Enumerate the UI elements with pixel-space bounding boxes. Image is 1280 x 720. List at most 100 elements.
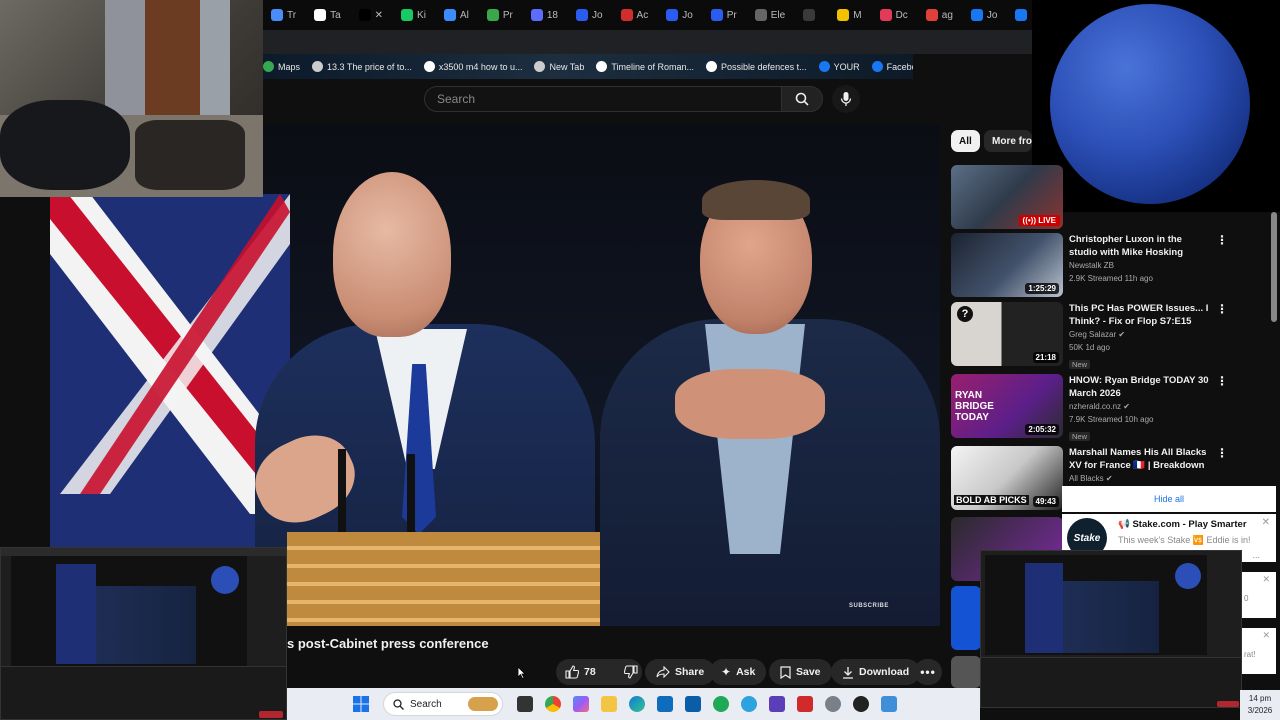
taskbar-search[interactable]: Search <box>383 692 503 716</box>
video-thumbnail[interactable]: BOLD AB PICKS 49:43 <box>951 446 1063 510</box>
browser-tab[interactable]: Al <box>438 4 477 26</box>
browser-tab[interactable]: ✕ <box>353 4 391 26</box>
browser-tab[interactable]: Dc <box>874 4 916 26</box>
channel-name[interactable]: Newstalk ZB <box>1069 259 1209 272</box>
browser-tab[interactable]: Ele <box>749 4 793 26</box>
search-input[interactable]: Search <box>424 86 782 112</box>
voice-search-button[interactable] <box>832 85 860 113</box>
taskbar-clock[interactable]: 14 pm 3/2026 <box>1240 690 1280 720</box>
chrome-icon[interactable] <box>545 696 561 712</box>
browser-tab[interactable] <box>797 4 827 26</box>
video-title[interactable]: This PC Has POWER Issues... I Think? - F… <box>1069 302 1209 328</box>
dislike-button[interactable] <box>615 659 647 685</box>
browser-tab[interactable]: Tr <box>265 4 304 26</box>
partial-thumbnail[interactable] <box>951 586 981 650</box>
video-thumbnail[interactable]: 1:25:29 <box>951 233 1063 297</box>
video-title[interactable]: Christopher Luxon in the studio with Mik… <box>1069 233 1209 259</box>
browser-tab[interactable]: M <box>831 4 869 26</box>
more-options-icon[interactable]: ⋮ <box>1215 374 1229 438</box>
channel-name[interactable]: All Blacks ✔ <box>1069 472 1209 485</box>
edge-icon[interactable] <box>629 696 645 712</box>
bookmark-item[interactable]: 13.3 The price of to... <box>312 61 412 72</box>
save-button[interactable]: Save <box>769 659 832 685</box>
more-options-icon[interactable]: ⋮ <box>1215 233 1229 297</box>
browser-tab[interactable]: Ki <box>395 4 434 26</box>
recommendation-item[interactable]: 1:25:29 Christopher Luxon in the studio … <box>951 233 1271 297</box>
channel-name[interactable]: Greg Salazar ✔ <box>1069 328 1209 341</box>
chip-all[interactable]: All <box>951 130 980 152</box>
ask-button[interactable]: ✦ Ask <box>710 659 767 685</box>
obs-icon[interactable] <box>853 696 869 712</box>
share-button[interactable]: Share <box>645 659 716 685</box>
recommendation-item[interactable]: ? 21:18 This PC Has POWER Issues... I Th… <box>951 302 1271 369</box>
recommendation-item[interactable]: RYAN BRIDGE TODAY 2:05:32 HNOW: Ryan Bri… <box>951 374 1271 441</box>
bookmark-favicon-icon <box>423 61 435 72</box>
video-title[interactable]: Marshall Names His All Blacks XV for Fra… <box>1069 446 1209 472</box>
store-icon[interactable] <box>685 696 701 712</box>
bookmark-item[interactable]: Maps <box>263 61 300 72</box>
subscribe-watermark[interactable]: SUBSCRIBE <box>849 603 889 609</box>
bookmark-item[interactable]: YOUR <box>818 61 860 72</box>
download-button[interactable]: Download <box>831 659 921 685</box>
browser-tab[interactable]: Pr <box>481 4 521 26</box>
windows-taskbar: Search <box>287 688 980 720</box>
file-explorer-icon[interactable] <box>601 696 617 712</box>
bookmark-item[interactable]: New Tab <box>534 61 584 72</box>
close-icon[interactable]: ✕ <box>1262 630 1270 641</box>
video-thumbnail[interactable]: RYAN BRIDGE TODAY 2:05:32 <box>951 374 1063 438</box>
task-view-icon[interactable] <box>517 696 533 712</box>
search-button[interactable] <box>781 86 823 112</box>
browser-tab[interactable]: ag <box>920 4 961 26</box>
browser-tab[interactable]: Jo <box>660 4 701 26</box>
outlook-icon[interactable] <box>657 696 673 712</box>
bookmark-item[interactable]: x3500 m4 how to u... <box>423 61 522 72</box>
close-icon[interactable]: ✕ <box>1262 517 1270 528</box>
obs-mini-window-right[interactable] <box>980 550 1242 708</box>
settings-icon[interactable] <box>825 696 841 712</box>
more-options-icon[interactable]: ⋮ <box>1215 302 1229 366</box>
browser-tab[interactable]: Jo <box>570 4 611 26</box>
address-bar[interactable] <box>263 30 1032 54</box>
thumbnail-text: RYAN BRIDGE TODAY <box>955 390 994 423</box>
more-actions-button[interactable]: ••• <box>914 659 942 685</box>
partial-thumbnail[interactable] <box>951 656 981 688</box>
browser-tab[interactable]: Pr <box>705 4 745 26</box>
obs-mini-window-left[interactable] <box>0 547 287 720</box>
bookmark-item[interactable]: Facebook green party <box>871 61 913 72</box>
video-title[interactable]: HNOW: Ryan Bridge TODAY 30 March 2026 <box>1069 374 1209 400</box>
video-meta: 2.9K Streamed 11h ago <box>1069 274 1153 283</box>
like-button[interactable]: 78 <box>556 659 605 685</box>
video-meta: 7.9K Streamed 10h ago <box>1069 415 1154 424</box>
browser-tab[interactable]: Jo <box>965 4 1006 26</box>
whatsapp-icon[interactable] <box>713 696 729 712</box>
photos-icon[interactable] <box>881 696 897 712</box>
telegram-icon[interactable] <box>741 696 757 712</box>
channel-name[interactable]: nzherald.co.nz ✔ <box>1069 400 1209 413</box>
browser-tab[interactable]: (T <box>1009 4 1032 26</box>
like-dislike-group: 78 <box>556 659 642 685</box>
live-thumbnail[interactable]: ((•)) LIVE <box>951 165 1063 229</box>
webcam-door <box>145 0 200 115</box>
app-icon[interactable] <box>769 696 785 712</box>
tab-favicon-icon <box>358 9 371 21</box>
browser-tab[interactable]: Ac <box>615 4 657 26</box>
notification-peek[interactable]: ✕ 0 <box>1242 572 1276 618</box>
hide-all-button[interactable]: Hide all <box>1062 486 1276 512</box>
notification-peek[interactable]: ✕ rat! <box>1242 628 1276 674</box>
obs-preview-flag <box>1025 563 1063 653</box>
acrobat-icon[interactable] <box>797 696 813 712</box>
bookmark-favicon-icon <box>871 61 883 72</box>
browser-tab[interactable]: Ta <box>308 4 349 26</box>
copilot-icon[interactable] <box>573 696 589 712</box>
obs-stop-button[interactable] <box>259 711 283 718</box>
video-thumbnail[interactable]: ? 21:18 <box>951 302 1063 366</box>
close-icon[interactable]: ✕ <box>1262 574 1270 585</box>
bookmark-item[interactable]: Timeline of Roman... <box>596 61 694 72</box>
bookmark-item[interactable]: Possible defences t... <box>706 61 807 72</box>
tab-favicon-icon <box>837 9 850 21</box>
obs-stop-button[interactable] <box>1217 701 1239 707</box>
windows-start-icon[interactable] <box>353 696 369 712</box>
sidebar-scrollbar[interactable] <box>1271 212 1277 322</box>
browser-tab[interactable]: 18 <box>525 4 566 26</box>
chip-more-from[interactable]: More fron <box>984 130 1032 152</box>
